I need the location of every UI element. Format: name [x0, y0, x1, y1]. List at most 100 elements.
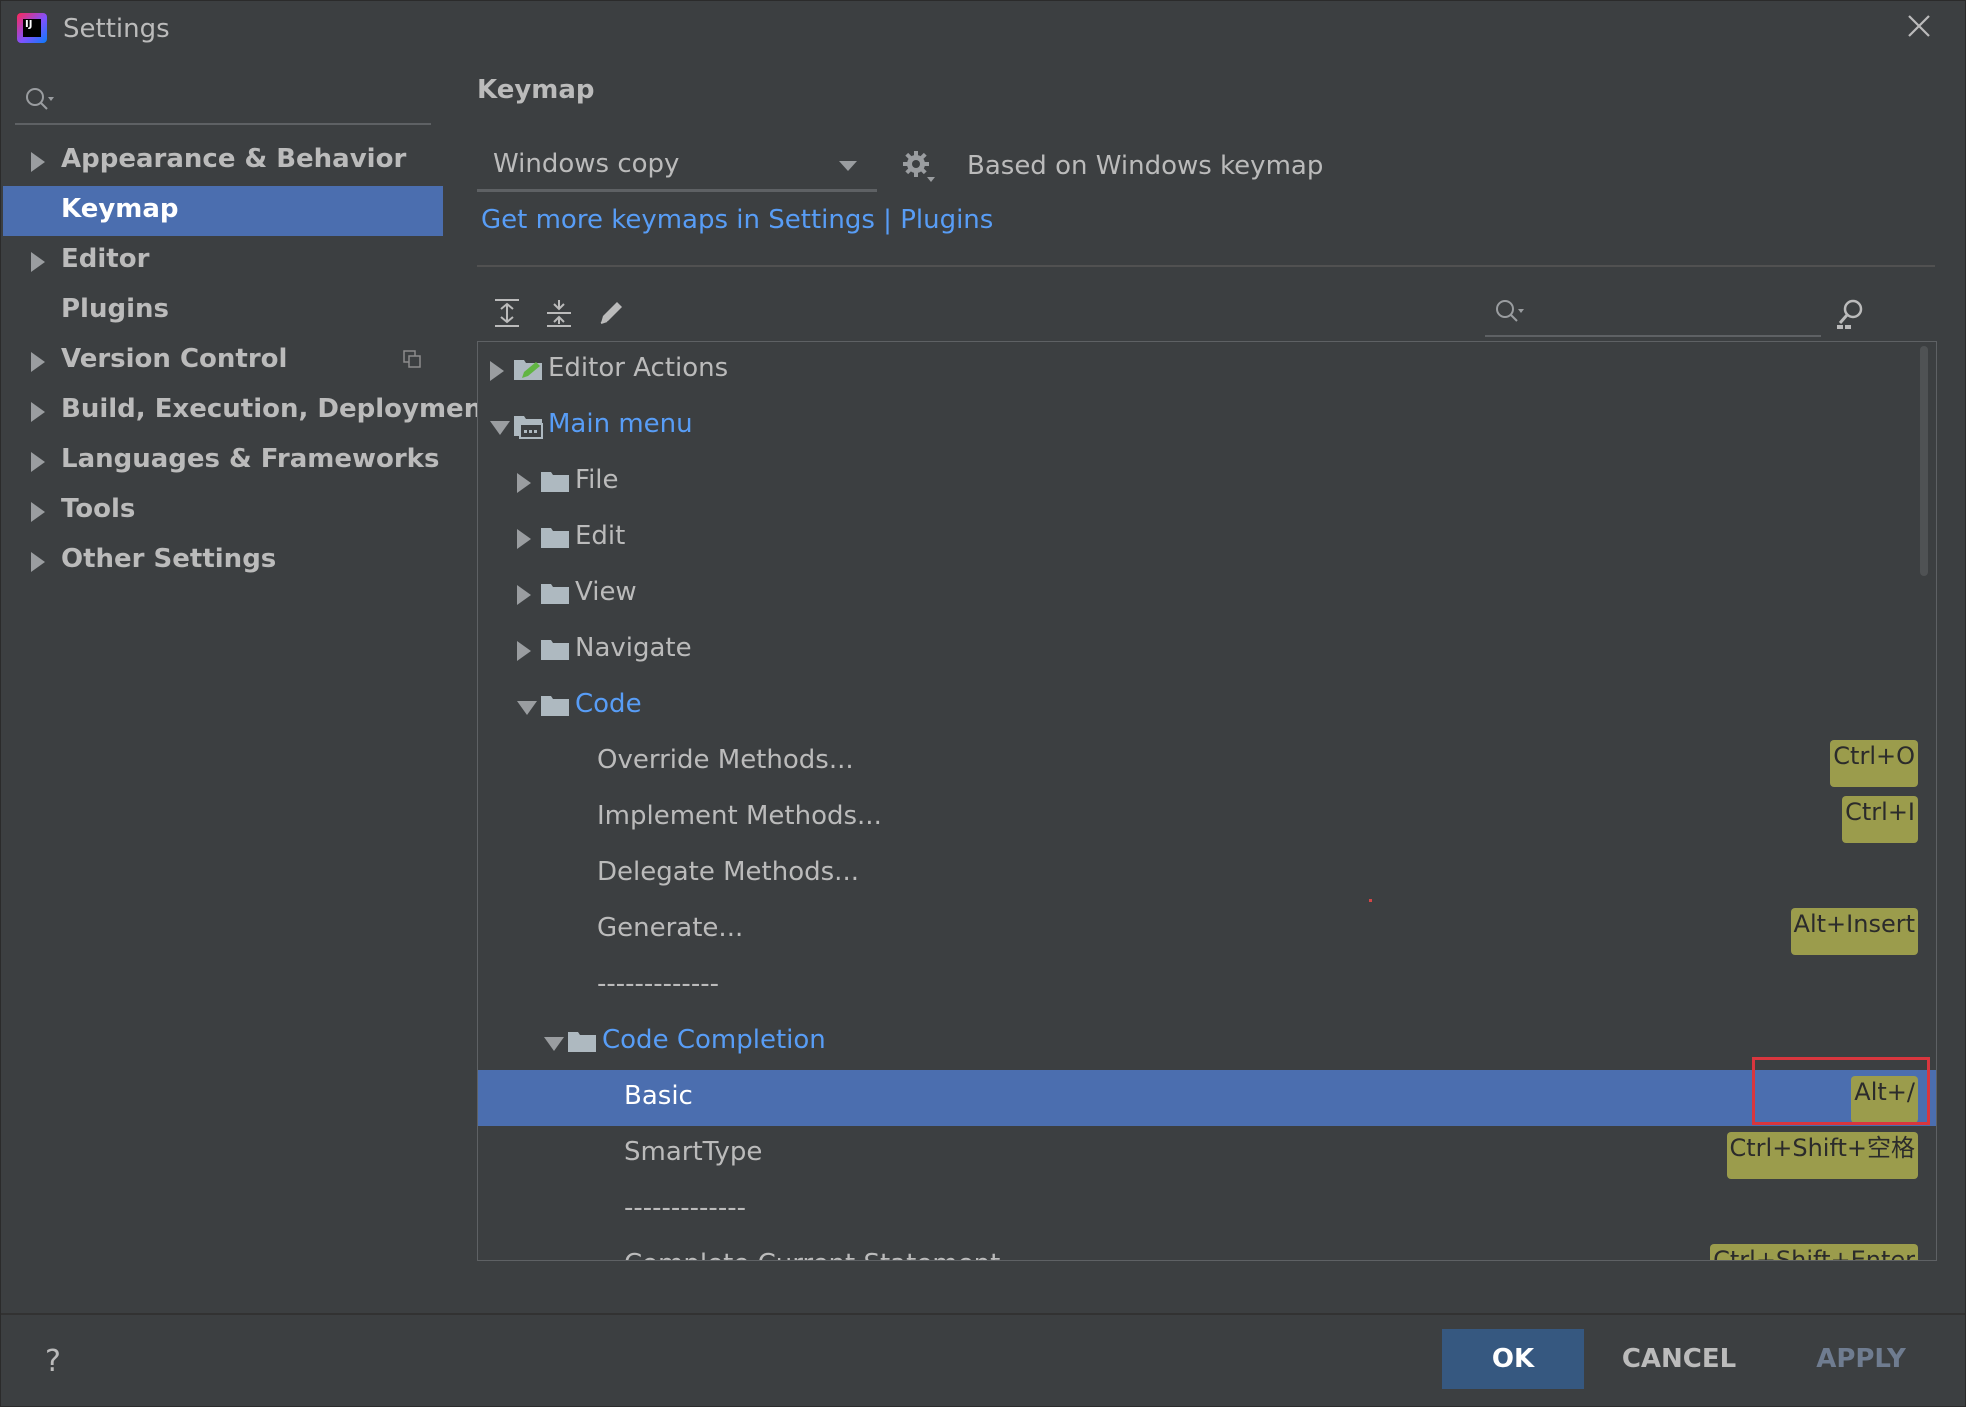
tree-row-label: Generate... [597, 913, 744, 943]
tree-row-label: Override Methods... [597, 745, 854, 775]
gear-icon[interactable] [901, 149, 937, 185]
expand-all-icon[interactable] [491, 297, 523, 329]
ok-button[interactable]: OK [1442, 1329, 1584, 1389]
tree-row-label: File [575, 465, 619, 495]
expand-arrow-icon[interactable] [31, 352, 45, 372]
tree-row-edit[interactable]: Edit [478, 510, 1936, 566]
tree-row-code[interactable]: Code [478, 678, 1936, 734]
editor-actions-icon [514, 360, 542, 380]
expand-arrow-icon[interactable] [517, 529, 531, 549]
sidebar-item-label: Appearance & Behavior [61, 144, 407, 174]
close-icon[interactable] [1906, 13, 1932, 39]
sidebar-item-other-settings[interactable]: Other Settings [3, 536, 443, 586]
edit-shortcut-icon[interactable] [595, 297, 627, 329]
sidebar-item-label: Tools [61, 494, 136, 524]
keymap-dropdown[interactable]: Windows copy [477, 145, 877, 192]
folder-icon [541, 696, 569, 716]
tree-row-label: Edit [575, 521, 626, 551]
tree-row-separator[interactable]: ------------- [478, 1182, 1936, 1238]
sidebar-item-editor[interactable]: Editor [3, 236, 443, 286]
tree-row-editor-actions[interactable]: Editor Actions [478, 342, 1936, 398]
apply-button[interactable]: APPLY [1781, 1329, 1941, 1389]
shortcut-badge: Ctrl+I [1842, 796, 1918, 843]
page-title: Keymap [477, 75, 595, 105]
folder-icon [541, 528, 569, 548]
expand-arrow-icon[interactable] [31, 252, 45, 272]
folder-icon [541, 640, 569, 660]
sidebar-item-keymap[interactable]: Keymap [3, 186, 443, 236]
main-menu-folder-icon [514, 416, 543, 439]
sidebar-item-version-control[interactable]: Version Control [3, 336, 443, 386]
keymap-selected-value: Windows copy [493, 149, 680, 179]
collapse-all-icon[interactable] [543, 297, 575, 329]
sidebar-item-appearance-behavior[interactable]: Appearance & Behavior [3, 136, 443, 186]
find-by-shortcut-icon[interactable] [1835, 297, 1869, 331]
sidebar-item-build-execution-deployment[interactable]: Build, Execution, Deployment [3, 386, 495, 436]
collapse-arrow-icon[interactable] [544, 1037, 564, 1051]
sidebar-item-label: Version Control [61, 344, 288, 374]
tree-row-file[interactable]: File [478, 454, 1936, 510]
tree-row-label: ------------- [624, 1193, 746, 1223]
tree-row-basic[interactable]: Basic Alt+/ [478, 1070, 1936, 1126]
highlight-box [1752, 1057, 1930, 1125]
tree-row-view[interactable]: View [478, 566, 1936, 622]
sidebar-item-label: Build, Execution, Deployment [61, 394, 495, 424]
help-button[interactable]: ? [45, 1344, 61, 1379]
separator [477, 265, 1935, 267]
tree-row-label: SmartType [624, 1137, 763, 1167]
tree-row-separator[interactable]: ------------- [478, 958, 1936, 1014]
sidebar-item-label: Plugins [61, 294, 169, 324]
tree-row-smarttype[interactable]: SmartType Ctrl+Shift+空格 [478, 1126, 1936, 1182]
tree-row-label: Code Completion [602, 1025, 826, 1055]
window-title: Settings [63, 14, 170, 44]
action-search-input[interactable] [1485, 293, 1821, 337]
tree-row-label: Delegate Methods... [597, 857, 859, 887]
expand-arrow-icon[interactable] [517, 473, 531, 493]
expand-arrow-icon[interactable] [31, 452, 45, 472]
folder-icon [541, 472, 569, 492]
shortcut-badge: Ctrl+O [1830, 740, 1918, 787]
sidebar-item-plugins[interactable]: Plugins [3, 286, 443, 336]
cancel-button[interactable]: CANCEL [1609, 1329, 1749, 1389]
expand-arrow-icon[interactable] [517, 585, 531, 605]
folder-icon [541, 584, 569, 604]
get-more-keymaps-link[interactable]: Get more keymaps in Settings | Plugins [481, 205, 993, 235]
sidebar-item-label: Editor [61, 244, 150, 274]
expand-arrow-icon[interactable] [31, 402, 45, 422]
sidebar-item-tools[interactable]: Tools [3, 486, 443, 536]
tree-row-delegate-methods[interactable]: Delegate Methods... [478, 846, 1936, 902]
expand-arrow-icon[interactable] [517, 641, 531, 661]
tree-row-code-completion[interactable]: Code Completion [478, 1014, 1936, 1070]
based-on-label: Based on Windows keymap [967, 151, 1324, 181]
tree-row-label: Complete Current Statement [624, 1249, 1000, 1260]
search-icon [1496, 300, 1524, 322]
project-level-icon [403, 350, 421, 368]
collapse-arrow-icon[interactable] [517, 701, 537, 715]
intellij-logo-icon: IJ [17, 13, 47, 43]
collapse-arrow-icon[interactable] [490, 421, 510, 435]
tree-row-label: Editor Actions [548, 353, 729, 383]
tree-row-implement-methods[interactable]: Implement Methods... Ctrl+I [478, 790, 1936, 846]
title-bar: IJ Settings [1, 1, 1965, 59]
settings-search-input[interactable] [15, 81, 431, 125]
tree-row-label: Code [575, 689, 642, 719]
folder-icon [568, 1032, 596, 1052]
tree-row-main-menu[interactable]: Main menu [478, 398, 1936, 454]
tree-row-label: Basic [624, 1081, 693, 1111]
expand-arrow-icon[interactable] [490, 361, 504, 381]
tree-row-label: Main menu [548, 409, 693, 439]
tree-row-override-methods[interactable]: Override Methods... Ctrl+O [478, 734, 1936, 790]
sidebar-item-label: Other Settings [61, 544, 277, 574]
sidebar-item-languages-frameworks[interactable]: Languages & Frameworks [3, 436, 443, 486]
tree-row-label: Implement Methods... [597, 801, 882, 831]
expand-arrow-icon[interactable] [31, 152, 45, 172]
sidebar-item-label: Keymap [61, 194, 179, 224]
expand-arrow-icon[interactable] [31, 552, 45, 572]
tree-row-generate[interactable]: Generate... Alt+Insert [478, 902, 1936, 958]
tree-row-complete-current-statement[interactable]: Complete Current Statement Ctrl+Shift+Ent… [478, 1238, 1936, 1260]
search-icon [26, 88, 54, 110]
tree-row-navigate[interactable]: Navigate [478, 622, 1936, 678]
footer-separator [1, 1313, 1965, 1315]
expand-arrow-icon[interactable] [31, 502, 45, 522]
shortcut-badge: Ctrl+Shift+空格 [1726, 1132, 1918, 1179]
